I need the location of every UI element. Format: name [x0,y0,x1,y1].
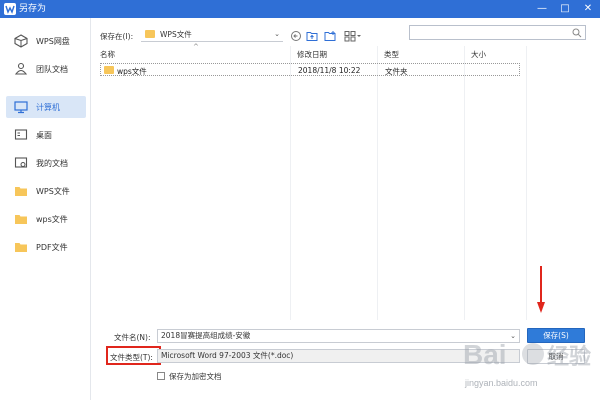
svg-text:Bai: Bai [463,339,507,370]
sidebar-item-wps-cloud[interactable]: WPS网盘 [6,30,86,52]
svg-text:经验: 经验 [547,344,591,369]
column-header-size[interactable]: 大小 [471,49,486,60]
new-folder-icon[interactable] [324,30,336,42]
row-name: wps文件 [117,67,147,76]
sidebar-item-team-docs[interactable]: 团队文档 [6,58,86,80]
folder-icon [14,184,28,198]
sidebar-item-label: 桌面 [36,130,52,140]
row-modified: 2018/11/8 10:22 [298,66,361,75]
sort-ascending-icon: ^ [193,43,199,51]
table-row[interactable]: wps文件 2018/11/8 10:22 文件夹 [100,63,520,76]
up-folder-icon[interactable] [306,30,318,42]
sidebar-item-pdf-files[interactable]: PDF文件 [6,236,86,258]
chevron-down-icon: ⌄ [274,30,280,38]
title-bar: 另存为 — □ ✕ [0,0,600,18]
sidebar-item-label: 我的文档 [36,158,68,168]
column-divider [464,46,465,320]
column-header-type[interactable]: 类型 [384,49,399,60]
folder-icon [14,240,28,254]
location-value: WPS文件 [160,29,192,39]
filetype-value: Microsoft Word 97-2003 文件(*.doc) [161,351,294,360]
folder-icon [104,66,114,74]
cloud-drive-icon [14,34,28,48]
sidebar-item-computer[interactable]: 计算机 [6,96,86,118]
back-icon[interactable] [290,30,302,42]
team-icon [14,62,28,76]
column-header-name[interactable]: 名称 [100,49,115,60]
sidebar-item-label: 团队文档 [36,64,68,74]
sidebar-item-wps-files-lower[interactable]: wps文件 [6,208,86,230]
sidebar-item-label: wps文件 [36,214,68,224]
file-list[interactable]: ^ 名称 修改日期 类型 大小 wps文件 2018/11/8 10:22 文件… [97,43,526,320]
watermark-url: jingyan.baidu.com [465,378,538,388]
desktop-icon [14,128,28,142]
encrypt-label: 保存为加密文档 [169,372,222,381]
annotation-arrow-icon [537,266,545,313]
view-icon[interactable] [344,30,362,42]
folder-icon [145,30,155,38]
sidebar-item-label: WPS文件 [36,186,70,196]
sidebar-item-my-documents[interactable]: 我的文档 [6,152,86,174]
filename-label: 文件名(N): [114,333,151,342]
folder-icon [14,212,28,226]
filename-value: 2018冒赛提高组成绩-安徽 [161,331,251,340]
column-divider [290,46,291,320]
baidu-watermark: Bai 经验 jingyan.baidu.com [455,330,595,396]
wps-logo-icon [4,3,16,15]
sidebar-item-label: 计算机 [36,102,60,112]
sidebar: WPS网盘 团队文档 计算机 桌面 我的文档 WPS文件 wps文件 PDF文件 [0,18,91,400]
location-dropdown[interactable]: WPS文件 ⌄ [141,27,283,42]
my-documents-icon [14,156,28,170]
minimize-button[interactable]: — [534,2,550,16]
maximize-button[interactable]: □ [557,2,573,16]
sidebar-item-desktop[interactable]: 桌面 [6,124,86,146]
list-right-border [526,46,527,320]
column-header-modified[interactable]: 修改日期 [297,49,327,60]
search-icon[interactable] [572,28,582,38]
window-title: 另存为 [19,4,47,14]
computer-icon [14,100,28,114]
search-input[interactable] [409,25,586,40]
row-type: 文件夹 [385,67,408,76]
highlight-box [106,346,161,365]
close-button[interactable]: ✕ [580,2,596,16]
sidebar-item-label: PDF文件 [36,242,68,252]
encrypt-checkbox[interactable] [157,372,165,380]
column-divider [377,46,378,320]
sidebar-item-wps-files[interactable]: WPS文件 [6,180,86,202]
sidebar-item-label: WPS网盘 [36,36,70,46]
save-in-label: 保存在(I): [100,32,134,41]
